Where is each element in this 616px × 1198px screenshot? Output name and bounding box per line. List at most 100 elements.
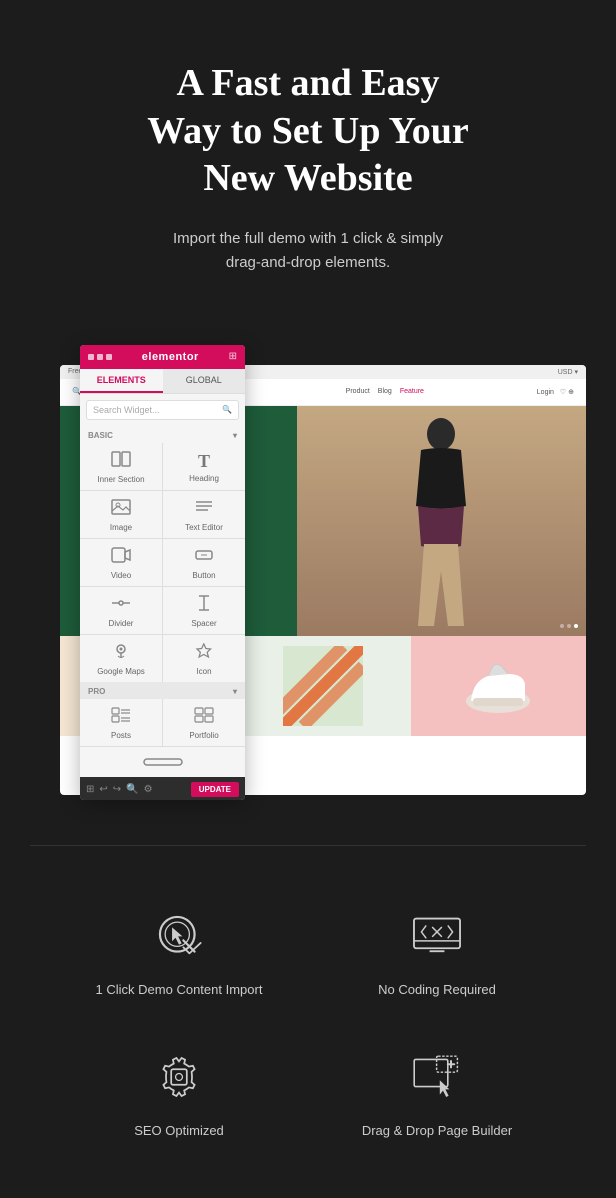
panel-item-video[interactable]: Video xyxy=(80,539,162,586)
gear-settings-icon xyxy=(153,1051,205,1103)
panel-dot-1 xyxy=(88,354,94,360)
page-builder-icon-wrapper xyxy=(407,1047,467,1107)
site-dot-1 xyxy=(560,624,564,628)
panel-item-image[interactable]: Image xyxy=(80,491,162,538)
icon-label: Icon xyxy=(196,667,211,676)
panel-item-google-maps[interactable]: Google Maps xyxy=(80,635,162,682)
fashion-figure-icon xyxy=(396,416,486,626)
hero-subtitle: Import the full demo with 1 click & simp… xyxy=(60,227,556,275)
site-nav-actions: Login ♡ ⊕ xyxy=(537,388,574,396)
portfolio-label: Portfolio xyxy=(189,731,218,740)
panel-dot-3 xyxy=(106,354,112,360)
feature-no-coding: No Coding Required xyxy=(318,906,556,997)
panel-dot-2 xyxy=(97,354,103,360)
panel-item-posts[interactable]: Posts xyxy=(80,699,162,746)
inner-section-icon xyxy=(111,451,131,471)
divider-label: Divider xyxy=(109,619,134,628)
panel-header-dots xyxy=(88,354,112,360)
cursor-circle-icon xyxy=(153,910,205,962)
no-coding-label: No Coding Required xyxy=(378,982,496,997)
inner-section-label: Inner Section xyxy=(97,475,144,484)
site-dot-2 xyxy=(567,624,571,628)
panel-section-pro: PRO ▾ xyxy=(80,682,245,699)
site-nav-links: Product Blog Feature xyxy=(346,388,424,395)
divider-icon xyxy=(111,595,131,615)
panel-item-icon[interactable]: Icon xyxy=(163,635,245,682)
section-label-pro: PRO xyxy=(88,687,105,696)
panel-items-grid: Inner Section T Heading Image xyxy=(80,443,245,682)
cursor-plus-icon xyxy=(411,1051,463,1103)
demo-import-icon-wrapper xyxy=(149,906,209,966)
panel-icon-5: ⚙ xyxy=(144,784,153,795)
panel-section-basic: BASIC ▾ xyxy=(80,426,245,443)
tab-elements[interactable]: ELEMENTS xyxy=(80,369,163,393)
panel-icon-3: ↪ xyxy=(113,784,121,795)
panel-bottom-bar: ⊞ ↩ ↪ 🔍 ⚙ UPDATE xyxy=(80,777,245,800)
panel-tabs: ELEMENTS GLOBAL xyxy=(80,369,245,394)
spacer-icon xyxy=(194,595,214,615)
posts-label: Posts xyxy=(111,731,131,740)
panel-item-wide[interactable] xyxy=(80,747,245,777)
panel-item-button[interactable]: Button xyxy=(163,539,245,586)
site-product-2 xyxy=(235,636,410,736)
site-product-3 xyxy=(411,636,586,736)
panel-pro-grid: Posts Portfolio xyxy=(80,699,245,777)
panel-logo: elementor xyxy=(142,351,199,363)
hero-section: A Fast and Easy Way to Set Up Your New W… xyxy=(0,0,616,315)
feature-demo-import: 1 Click Demo Content Import xyxy=(60,906,298,997)
page-wrapper: A Fast and Easy Way to Set Up Your New W… xyxy=(0,0,616,1198)
panel-item-divider[interactable]: Divider xyxy=(80,587,162,634)
feature-page-builder: Drag & Drop Page Builder xyxy=(318,1047,556,1138)
screenshot-section: Free shipping for orders over... USD ▾ 🔍… xyxy=(0,315,616,845)
site-dots xyxy=(560,624,578,628)
search-placeholder: Search Widget... xyxy=(93,405,160,415)
panel-search: Search Widget... 🔍 xyxy=(80,394,245,426)
heading-icon: T xyxy=(198,452,210,470)
section-label-basic: BASIC xyxy=(88,431,113,440)
spacer-label: Spacer xyxy=(191,619,216,628)
panel-update-button[interactable]: UPDATE xyxy=(191,782,239,797)
section-collapse-pro-icon: ▾ xyxy=(233,687,237,696)
panel-item-heading[interactable]: T Heading xyxy=(163,443,245,490)
google-maps-icon xyxy=(111,643,131,663)
screenshot-container: Free shipping for orders over... USD ▾ 🔍… xyxy=(30,345,586,805)
panel-icon-2: ↩ xyxy=(99,784,107,795)
panel-item-text-editor[interactable]: Text Editor xyxy=(163,491,245,538)
seo-icon-wrapper xyxy=(149,1047,209,1107)
panel-icon-4: 🔍 xyxy=(126,784,138,795)
panel-item-portfolio[interactable]: Portfolio xyxy=(163,699,245,746)
text-editor-icon xyxy=(194,499,214,519)
panel-item-spacer[interactable]: Spacer xyxy=(163,587,245,634)
video-label: Video xyxy=(111,571,131,580)
hero-title: A Fast and Easy Way to Set Up Your New W… xyxy=(60,60,556,203)
site-hero-image xyxy=(297,406,586,636)
site-dot-3 xyxy=(574,624,578,628)
heading-label: Heading xyxy=(189,474,219,483)
topbar-currency: USD ▾ xyxy=(558,368,578,376)
product-pattern-icon xyxy=(283,646,363,726)
posts-icon xyxy=(111,707,131,727)
panel-bottom-icons: ⊞ ↩ ↪ 🔍 ⚙ xyxy=(86,784,153,795)
icon-widget-icon xyxy=(194,643,214,663)
panel-item-inner-section[interactable]: Inner Section xyxy=(80,443,162,490)
panel-icon-1: ⊞ xyxy=(86,784,94,795)
video-icon xyxy=(111,547,131,567)
portfolio-icon xyxy=(194,707,214,727)
section-collapse-icon: ▾ xyxy=(233,431,237,440)
image-icon xyxy=(111,499,131,519)
panel-grid-icon: ⊞ xyxy=(229,351,237,362)
demo-import-label: 1 Click Demo Content Import xyxy=(96,982,263,997)
elementor-panel: elementor ⊞ ELEMENTS GLOBAL Search Widge… xyxy=(80,345,245,800)
seo-label: SEO Optimized xyxy=(134,1123,224,1138)
feature-seo: SEO Optimized xyxy=(60,1047,298,1138)
image-label: Image xyxy=(110,523,132,532)
features-grid: 1 Click Demo Content Import xyxy=(60,906,556,1138)
text-editor-label: Text Editor xyxy=(185,523,223,532)
button-label: Button xyxy=(192,571,215,580)
tab-global[interactable]: GLOBAL xyxy=(163,369,246,393)
panel-header: elementor ⊞ xyxy=(80,345,245,369)
panel-search-box[interactable]: Search Widget... 🔍 xyxy=(86,400,239,420)
features-section: 1 Click Demo Content Import xyxy=(0,846,616,1198)
google-maps-label: Google Maps xyxy=(97,667,145,676)
button-icon xyxy=(194,547,214,567)
